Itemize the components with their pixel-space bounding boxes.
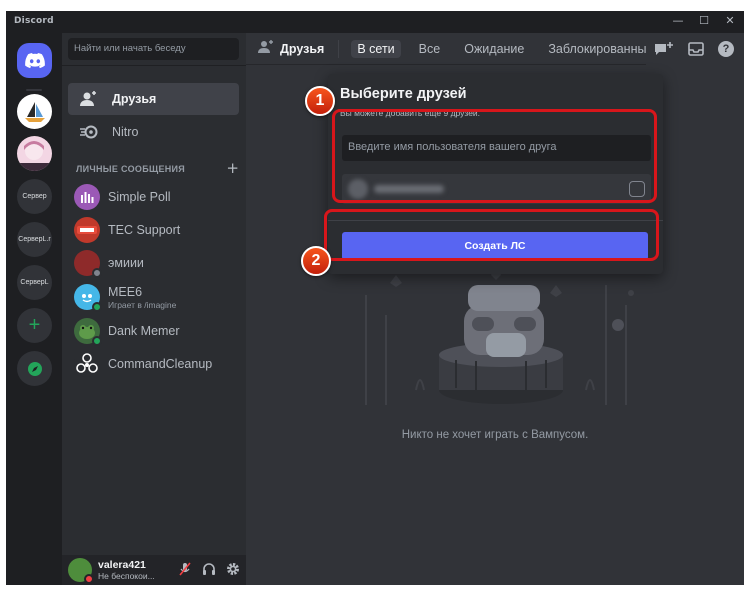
maximize-button[interactable]: ☐: [698, 14, 710, 27]
sailboat-server-icon: [24, 101, 45, 122]
help-icon[interactable]: ?: [718, 41, 734, 57]
server-label: СерверL.r: [18, 236, 51, 243]
step-badge-2: 2: [301, 246, 331, 276]
server-label: СерверL: [20, 279, 49, 286]
command-cleanup-icon: [76, 353, 98, 373]
avatar: [74, 318, 102, 346]
dm-item[interactable]: CommandCleanup: [68, 348, 239, 380]
close-button[interactable]: ✕: [724, 14, 736, 27]
microphone-muted-icon[interactable]: [178, 562, 192, 576]
add-server-button[interactable]: +: [17, 308, 52, 343]
home-button[interactable]: [17, 43, 52, 78]
sidebar-item-label: Nitro: [112, 125, 139, 139]
step-badge-1: 1: [305, 86, 335, 116]
friends-icon: [78, 88, 100, 110]
friends-icon: [258, 40, 274, 57]
dm-item[interactable]: Dank Memer: [68, 315, 239, 347]
dm-section-header: ЛИЧНЫЕ СООБЩЕНИЯ: [76, 164, 186, 174]
dm-name: CommandCleanup: [108, 357, 213, 371]
gear-icon[interactable]: [226, 562, 240, 576]
minimize-button[interactable]: —: [672, 14, 684, 27]
dm-name: MEE6: [108, 284, 143, 299]
dm-item[interactable]: TEC Support: [68, 214, 239, 246]
username: valera421: [98, 559, 146, 571]
avatar: [74, 184, 100, 210]
highlight-box-2: [324, 209, 659, 261]
tab-blocked[interactable]: Заблокированные: [542, 40, 659, 58]
explore-servers-button[interactable]: [17, 351, 52, 386]
server-item[interactable]: СерверL: [17, 265, 52, 300]
sidebar-item-friends[interactable]: Друзья: [68, 83, 239, 115]
tec-logo-icon: [77, 226, 97, 234]
user-panel: valera421 Не беспокои...: [62, 555, 246, 585]
dm-item[interactable]: эмиии: [68, 247, 239, 279]
server-item[interactable]: Сервер: [17, 179, 52, 214]
app-title: Discord: [14, 16, 54, 26]
tab-all[interactable]: Все: [413, 40, 447, 58]
tab-online[interactable]: В сети: [351, 39, 401, 58]
compass-icon: [27, 361, 42, 376]
headphones-icon[interactable]: [202, 562, 216, 576]
dm-name: Dank Memer: [108, 324, 180, 338]
dm-name: Simple Poll: [108, 190, 171, 204]
dm-item[interactable]: Simple Poll: [68, 181, 239, 213]
friends-topbar: Друзья В сети Все Ожидание Заблокированн…: [246, 33, 744, 65]
user-status: Не беспокои...: [98, 571, 155, 581]
avatar: [74, 217, 100, 243]
server-rail: Сервер СерверL.r СерверL +: [6, 33, 62, 585]
dm-item[interactable]: MEE6 Играет в /imagine: [68, 281, 239, 313]
highlight-box-1: [332, 109, 657, 203]
topbar-actions: ?: [646, 33, 744, 65]
add-server-icon: +: [28, 314, 41, 336]
topbar-divider: [338, 39, 340, 58]
popup-title: Выберите друзей: [340, 86, 467, 102]
status-online-icon: [92, 302, 102, 312]
server-sailboat[interactable]: [17, 94, 52, 129]
user-controls: [178, 562, 240, 576]
dm-name: эмиии: [108, 256, 144, 270]
friends-heading: Друзья: [280, 41, 325, 56]
server-anime[interactable]: [17, 136, 52, 171]
dm-activity: Играет в /imagine: [108, 299, 177, 310]
discord-window: Discord — ☐ ✕ Сервер СерверL.r СерверL +…: [6, 11, 744, 585]
tab-pending[interactable]: Ожидание: [458, 40, 530, 58]
nitro-icon: [78, 121, 100, 143]
title-bar: Discord — ☐ ✕: [6, 11, 744, 33]
avatar: [74, 284, 102, 312]
server-label: Сервер: [22, 193, 47, 200]
rail-separator: [26, 89, 42, 91]
search-conversation-button[interactable]: Найти или начать беседу: [68, 38, 239, 60]
wumpus-illustration: [365, 265, 634, 405]
avatar[interactable]: [68, 558, 94, 584]
dm-name: TEC Support: [108, 223, 181, 237]
anime-server-icon: [17, 141, 52, 171]
avatar: [74, 250, 102, 278]
status-offline-icon: [92, 268, 102, 278]
avatar: [74, 351, 100, 377]
poll-bars-icon: [81, 192, 94, 203]
server-item[interactable]: СерверL.r: [17, 222, 52, 257]
sidebar-separator: [62, 65, 246, 66]
sidebar-item-label: Друзья: [112, 92, 157, 106]
window-controls: — ☐ ✕: [672, 14, 736, 27]
mee6-face-icon: [82, 294, 92, 303]
discord-logo-icon: [24, 52, 45, 68]
status-online-icon: [92, 336, 102, 346]
dm-sidebar: Найти или начать беседу Друзья Nitro ЛИЧ…: [62, 33, 246, 585]
create-dm-plus-icon[interactable]: +: [226, 159, 239, 177]
user-info[interactable]: valera421 Не беспокои...: [98, 559, 155, 581]
status-dnd-icon: [84, 574, 94, 584]
empty-state-text: Никто не хочет играть с Вампусом.: [401, 429, 589, 441]
inbox-icon[interactable]: [688, 42, 704, 56]
new-group-dm-icon[interactable]: [654, 41, 674, 57]
sidebar-item-nitro[interactable]: Nitro: [68, 116, 239, 148]
